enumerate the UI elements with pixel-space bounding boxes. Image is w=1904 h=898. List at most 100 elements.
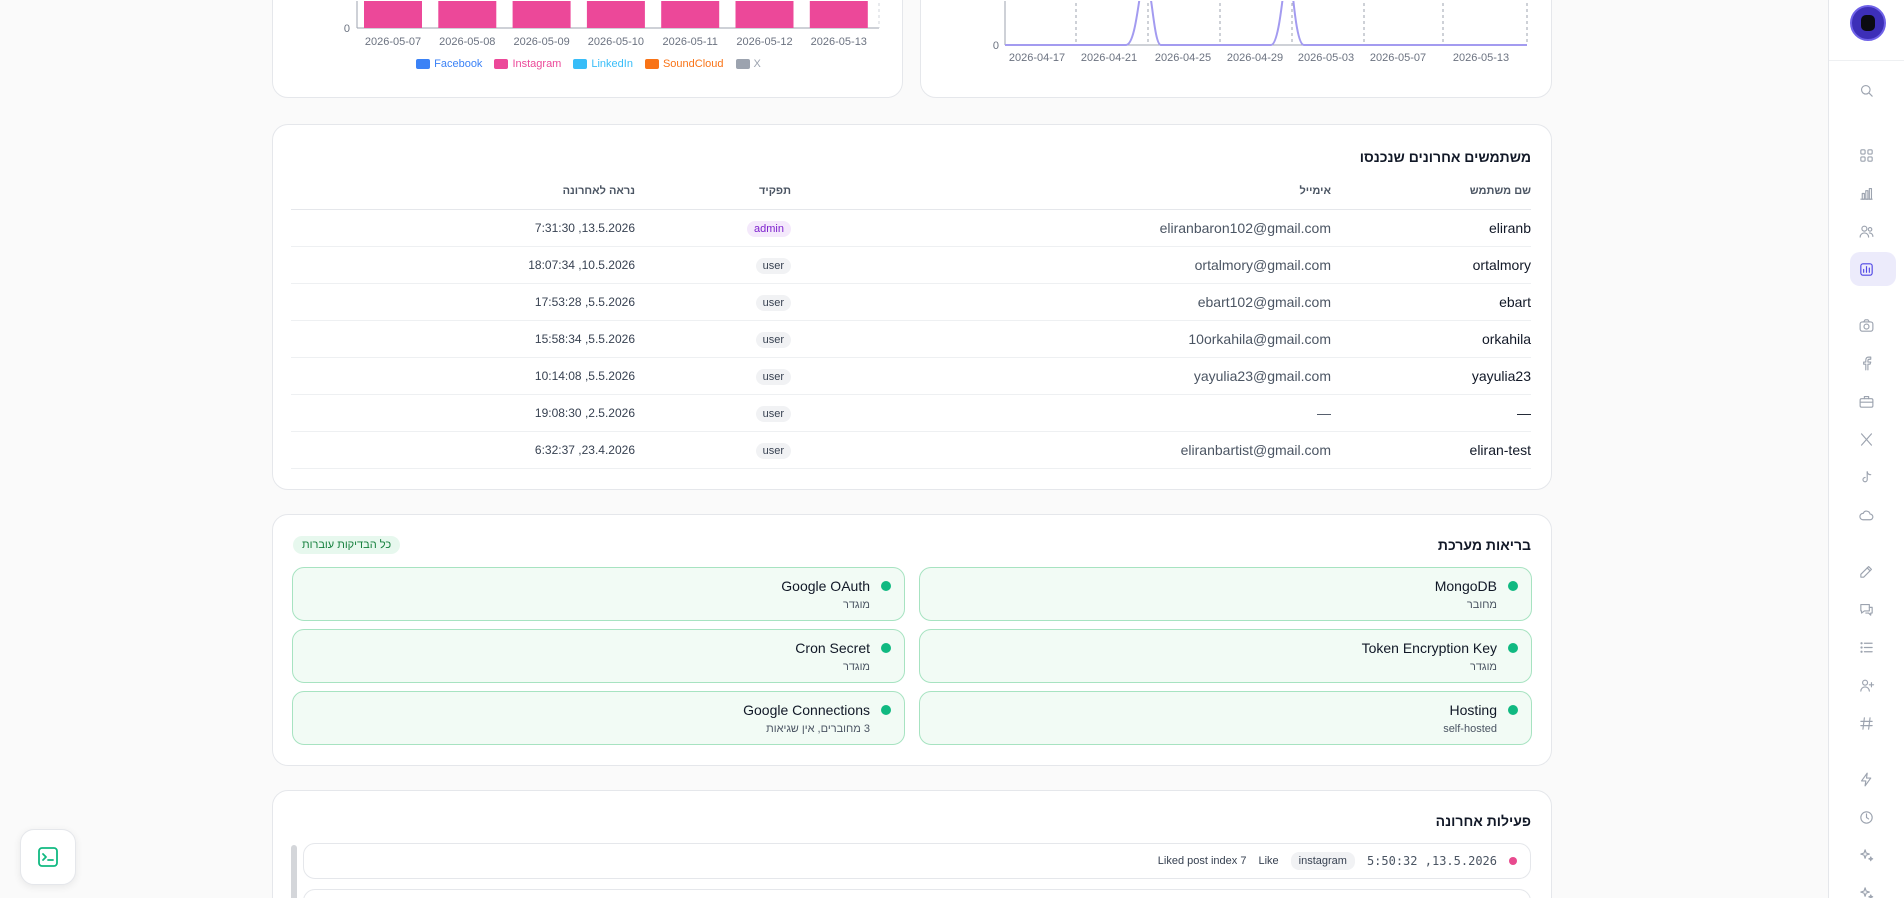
legend-swatch (735, 59, 750, 69)
analytics-icon[interactable] (1856, 259, 1876, 279)
health-check-item: Token Encryption Key מוגדר (919, 629, 1532, 683)
user-email: yayulia23@gmail.com (791, 357, 1331, 395)
health-check-item: Google OAuth מוגדר (292, 567, 905, 621)
line-chart-x-tick: 2026-05-07 (1370, 52, 1426, 64)
sidebar (1828, 0, 1904, 898)
activity-row[interactable]: 13.5.2026, 5:50:32 instagram Like Liked pos… (303, 843, 1531, 879)
legend-swatch (416, 59, 431, 69)
activity-dot (1509, 857, 1517, 865)
user-role-cell: user (635, 246, 791, 284)
briefcase-icon[interactable] (1856, 391, 1876, 411)
user-username: eliranb (1331, 209, 1531, 247)
user-email: ebart102@gmail.com (791, 283, 1331, 321)
sidebar-divider (1829, 60, 1904, 61)
health-check-status: self-hosted (1443, 723, 1497, 735)
line-chart-x-tick: 2026-04-29 (1227, 52, 1283, 64)
bar-chart-bar (735, 1, 794, 28)
bolt-icon[interactable] (1856, 769, 1876, 789)
user-username: eliran-test (1331, 431, 1531, 469)
col-role: תפקיד (635, 173, 791, 210)
edit-icon[interactable] (1856, 561, 1876, 581)
bar-chart-bar (661, 1, 720, 28)
bar-chart-x-tick: 2026-05-07 (365, 36, 421, 48)
cloud-icon[interactable] (1856, 505, 1876, 525)
health-check-name: Cron Secret (795, 640, 870, 656)
role-badge: user (755, 368, 791, 385)
bar-chart-icon[interactable] (1856, 183, 1876, 203)
terminal-button[interactable] (20, 829, 76, 885)
users-table-header: שם משתמש אימייל תפקיד נראה לאחרונה (291, 173, 1531, 210)
all-checks-pass-badge: כל הבדיקות עוברות (293, 536, 401, 554)
status-dot (881, 643, 891, 653)
recent-activity-title: פעילות אחרונה (1435, 813, 1531, 829)
table-row[interactable]: ebart ebart102@gmail.com user 5.5.2026, 17:… (291, 283, 1531, 321)
user-username: orkahila (1331, 320, 1531, 358)
users-table: שם משתמש אימייל תפקיד נראה לאחרונה elira… (291, 173, 1531, 469)
user-plus-icon[interactable] (1856, 675, 1876, 695)
chat-icon[interactable] (1856, 599, 1876, 619)
table-row[interactable]: — — user 2.5.2026, 19:08:30 (291, 394, 1531, 432)
line-chart-y-tick: 0 (993, 40, 999, 52)
health-check-name: Google Connections (743, 702, 870, 718)
bar-chart-x-tick: 2026-05-09 (513, 36, 569, 48)
activity-platform-badge: instagram (1290, 852, 1355, 870)
user-role-cell: user (635, 320, 791, 358)
activity-detail: Liked post index 7 (1157, 855, 1247, 867)
health-check-item: Google Connections 3 מחוברים, אין שגיאות (292, 691, 905, 745)
table-row[interactable]: ortalmory ortalmory@gmail.com user 10.5.202… (291, 246, 1531, 284)
recent-users-card: משתמשים אחרונים שנכנסו שם משתמש אימייל ת… (272, 124, 1552, 490)
activity-time: 13.5.2026, 5:50:32 (1366, 854, 1497, 868)
user-role-cell: user (635, 394, 791, 432)
health-check-item: MongoDB מחובר (919, 567, 1532, 621)
sparkles-icon[interactable] (1856, 883, 1876, 898)
bar-chart-bar (364, 1, 422, 28)
role-badge: admin (747, 220, 791, 237)
user-role-cell: user (635, 431, 791, 469)
table-row[interactable]: orkahila 10orkahila@gmail.com user 5.5.2026… (291, 320, 1531, 358)
health-check-name: Token Encryption Key (1361, 640, 1497, 656)
grid-icon[interactable] (1856, 145, 1876, 165)
x-icon[interactable] (1856, 429, 1876, 449)
legend-swatch (573, 59, 588, 69)
hash-icon[interactable] (1856, 713, 1876, 733)
health-check-item: Cron Secret מוגדר (292, 629, 905, 683)
legend-label: X (753, 58, 761, 70)
bar-chart-x-tick: 2026-05-10 (588, 36, 644, 48)
role-badge: user (755, 294, 791, 311)
user-email: eliranbaron102@gmail.com (791, 209, 1331, 247)
legend-item[interactable]: Instagram (494, 58, 561, 70)
line-chart-card: 0 2026-04-17 2026-04-21 2026-04-25 2026-04-2… (920, 0, 1552, 98)
legend-item[interactable]: X (735, 58, 761, 70)
user-username: — (1331, 394, 1531, 432)
table-row[interactable]: eliran-test eliranbartist@gmail.com user 23… (291, 431, 1531, 469)
line-chart-x-tick: 2026-04-21 (1081, 52, 1137, 64)
bar-chart-bar (586, 1, 645, 28)
bar-chart-card: 0 2026-05-07 2026-05-08 2026-05-09 2026-05-1… (272, 0, 903, 98)
activity-scrollbar[interactable] (291, 845, 297, 898)
table-row[interactable]: eliranb eliranbaron102@gmail.com admin 13.5… (291, 209, 1531, 247)
camera-icon[interactable] (1856, 315, 1876, 335)
legend-swatch (494, 59, 509, 69)
clock-icon[interactable] (1856, 807, 1876, 827)
line-chart-x-tick: 2026-05-03 (1298, 52, 1354, 64)
legend-label: Instagram (512, 58, 562, 70)
health-check-name: Google OAuth (781, 578, 870, 594)
list-icon[interactable] (1856, 637, 1876, 657)
search-icon[interactable] (1856, 80, 1876, 100)
users-icon[interactable] (1856, 221, 1876, 241)
bar-chart-legend: Facebook Instagram LinkedIn SoundCloud X (273, 58, 904, 70)
table-row[interactable]: yayulia23 yayulia23@gmail.com user 5.5.2026… (291, 357, 1531, 395)
legend-item[interactable]: SoundCloud (644, 58, 724, 70)
sparkles-icon[interactable] (1856, 845, 1876, 865)
avatar[interactable] (1850, 5, 1886, 41)
col-last-seen: נראה לאחרונה (291, 173, 635, 210)
activity-row-partial (303, 889, 1531, 898)
legend-item[interactable]: Facebook (416, 58, 482, 70)
health-check-status: מוגדר (842, 661, 870, 673)
role-badge: user (755, 405, 791, 422)
facebook-icon[interactable] (1856, 353, 1876, 373)
legend-item[interactable]: LinkedIn (573, 58, 633, 70)
user-last-seen: 5.5.2026, 10:14:08 (291, 357, 635, 395)
tiktok-icon[interactable] (1856, 467, 1876, 487)
user-email: eliranbartist@gmail.com (791, 431, 1331, 469)
